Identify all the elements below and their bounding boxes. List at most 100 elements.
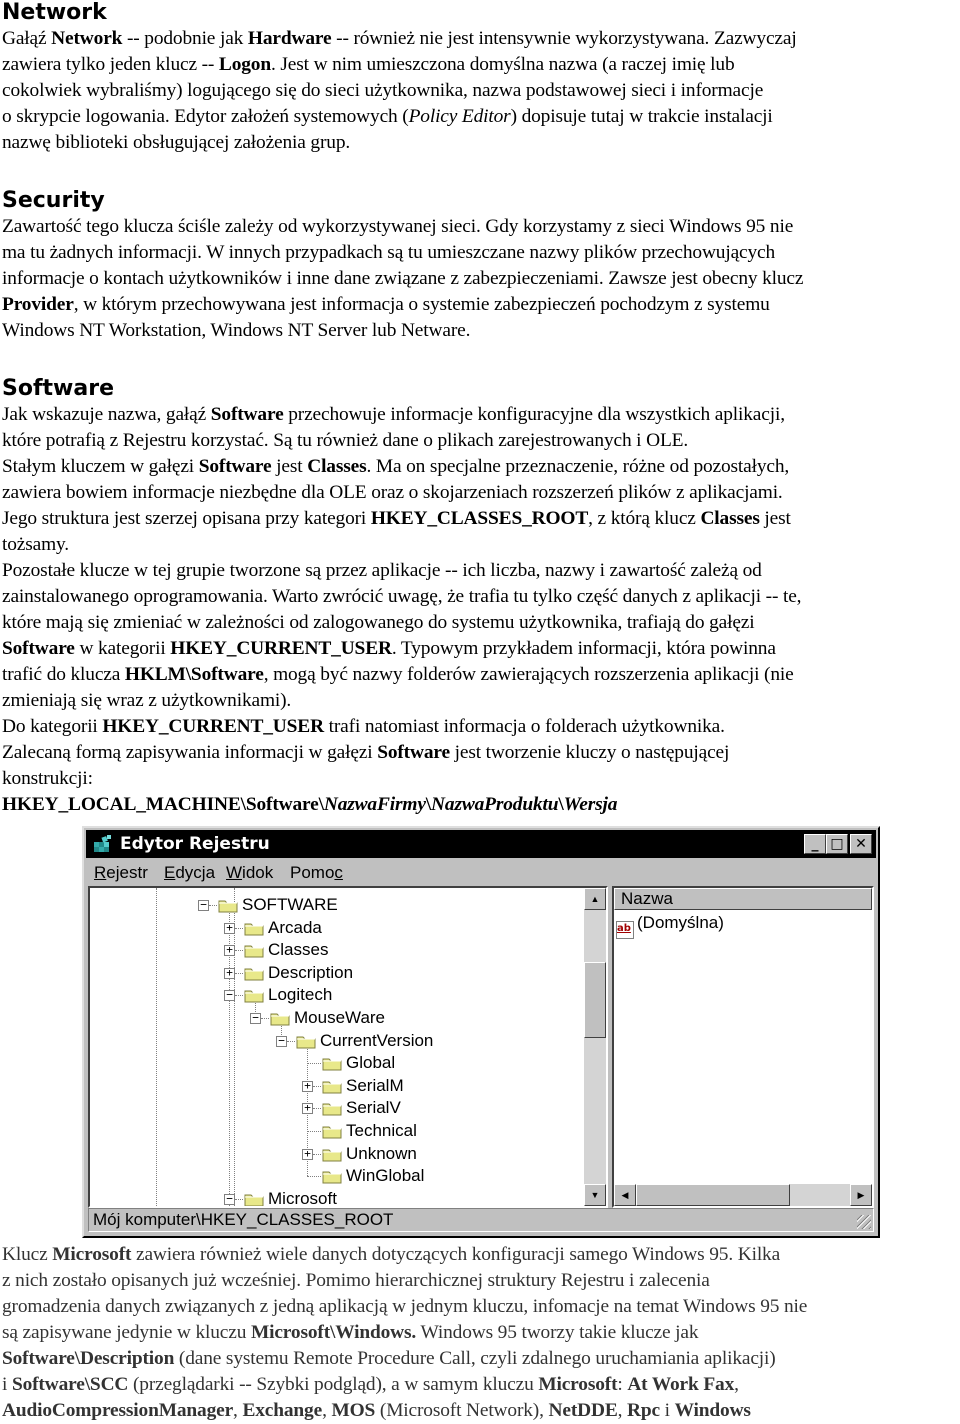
scroll-down-button[interactable]: ▼ [584, 1184, 606, 1206]
emphasis: HKLM\Software [124, 664, 264, 685]
tree-line [235, 950, 243, 952]
status-path: Mój komputer\HKEY_CLASSES_ROOT [93, 1210, 394, 1229]
tree-line [235, 972, 243, 974]
regedit-icon [94, 835, 111, 852]
folder-icon [244, 942, 264, 958]
tree-node-label: Unknown [346, 1143, 417, 1163]
folder-icon [322, 1078, 342, 1094]
scroll-left-button[interactable]: ◀ [614, 1184, 636, 1206]
emphasis: Logon [218, 54, 271, 75]
values-horizontal-scrollbar[interactable]: ◀ ▶ [614, 1184, 872, 1206]
text-line: które mają się zmieniać w zależności od … [2, 612, 755, 633]
expand-icon[interactable]: + [224, 944, 235, 957]
text-line: AudioCompressionManager, Exchange, MOS (… [2, 1400, 751, 1421]
folder-icon [270, 1010, 290, 1026]
emphasis: Software [2, 638, 75, 659]
scroll-up-button[interactable]: ▲ [584, 888, 606, 910]
expand-icon[interactable]: + [302, 1148, 313, 1160]
tree-line [313, 1153, 321, 1155]
emphasis: NetDDE [548, 1400, 618, 1421]
collapse-icon[interactable]: − [224, 1193, 235, 1205]
folder-icon [218, 897, 238, 913]
emphasis: Windows [674, 1400, 751, 1421]
registry-editor-window: Edytor Rejestru _ □ ✕ Rejestr Edycja Wid… [82, 826, 880, 1238]
menu-widok[interactable]: Widok [226, 860, 273, 886]
body-software: Jak wskazuje nazwa, gałąź Software przec… [2, 402, 960, 818]
tree-line [307, 1176, 321, 1178]
horizontal-scroll-thumb[interactable] [636, 1184, 790, 1206]
expand-icon[interactable]: + [302, 1102, 313, 1115]
tree-line [307, 1131, 321, 1132]
expand-icon[interactable]: + [302, 1080, 313, 1092]
text-line: i Software\SCC (przeglądarki -- Szybki p… [2, 1374, 739, 1395]
maximize-button[interactable]: □ [826, 834, 848, 854]
tree-node-label: SerialM [346, 1075, 404, 1095]
text-line: są zapisywane jedynie w kluczu Microsoft… [2, 1322, 699, 1343]
tree-vertical-scrollbar[interactable]: ▲ ▼ [584, 888, 606, 1206]
resize-grip-icon[interactable] [857, 1215, 871, 1229]
values-pane[interactable]: Nazwa ab (Domyślna) ◀ ▶ [612, 886, 874, 1208]
folder-icon [322, 1100, 342, 1116]
text-line: tożsamy. [2, 534, 70, 555]
emphasis: Microsoft\Windows. [250, 1322, 417, 1343]
text-line: nazwę biblioteki obsługującej założenia … [2, 132, 351, 153]
folder-icon [244, 987, 264, 1003]
tree-line [307, 1063, 321, 1065]
emphasis: NazwaFirmy [323, 794, 426, 815]
collapse-icon[interactable]: − [198, 899, 209, 911]
text-line: gromadzenia danych związanych z jedną ap… [2, 1296, 808, 1317]
text-line: HKEY_LOCAL_MACHINE\Software\NazwaFirmy\N… [2, 792, 960, 818]
key-tree-pane[interactable]: − SOFTWARE + Arcada + Classes + Description − Log… [88, 886, 608, 1208]
collapse-icon[interactable]: − [224, 989, 235, 1002]
text-line: Stałym kluczem w gałęzi Software jest Cl… [2, 456, 790, 477]
text-line: z nich zostało opisanych już wcześniej. … [2, 1270, 710, 1291]
text-line: cokolwiek wybraliśmy) logującego się do … [2, 80, 764, 101]
emphasis: AudioCompressionManager [2, 1400, 234, 1421]
folder-icon [244, 1191, 264, 1206]
folder-icon [322, 1123, 342, 1139]
heading-network: Network [2, 0, 107, 25]
menu-pomoc[interactable]: Pomoc [290, 860, 343, 886]
tree-line [313, 1085, 321, 1087]
tree-node-label: Technical [346, 1121, 417, 1140]
tree-node-label: CurrentVersion [320, 1030, 434, 1050]
tree-node-label: Logitech [268, 985, 333, 1005]
tree-line [235, 995, 243, 997]
accelerator-key: E [164, 863, 176, 882]
collapse-icon[interactable]: − [276, 1035, 287, 1047]
text-line: trafić do klucza HKLM\Software, mogą być… [2, 664, 794, 685]
value-name: (Domyślna) [637, 913, 724, 932]
menu-rejestr[interactable]: Rejestr [94, 860, 148, 886]
emphasis: Software [377, 742, 450, 763]
tree-line [234, 888, 235, 1206]
text-line: które potrafią z Rejestru korzystać. Są … [2, 430, 689, 451]
text-line: Klucz Microsoft zawiera również wiele da… [2, 1244, 781, 1265]
tree-node-label: Global [346, 1053, 396, 1073]
scroll-right-button[interactable]: ▶ [850, 1184, 872, 1206]
title-bar[interactable]: Edytor Rejestru _ □ ✕ [86, 830, 876, 858]
emphasis: MOS [331, 1400, 376, 1421]
minimize-button[interactable]: _ [804, 834, 826, 854]
expand-icon[interactable]: + [224, 967, 235, 979]
status-bar: Mój komputer\HKEY_CLASSES_ROOT [88, 1208, 874, 1232]
folder-icon [322, 1168, 342, 1184]
emphasis: HKEY_CLASSES_ROOT [370, 508, 589, 529]
tree-line [287, 1040, 295, 1042]
emphasis: Software [210, 404, 284, 425]
collapse-icon[interactable]: − [250, 1012, 261, 1024]
tree-node-label: Classes [268, 940, 329, 960]
folder-icon [322, 1146, 342, 1162]
expand-icon[interactable]: + [224, 922, 235, 934]
body-network: Gałąź Network -- podobnie jak Hardware -… [2, 26, 960, 156]
menu-edycja[interactable]: Edycja [164, 860, 215, 886]
tree-line [235, 1198, 243, 1200]
text-line: o skrypcie logowania. Edytor założeń sys… [2, 106, 773, 127]
value-row[interactable]: ab (Domyślna) [616, 912, 724, 939]
column-header-nazwa[interactable]: Nazwa [614, 888, 872, 910]
scroll-thumb[interactable] [584, 962, 606, 1038]
heading-software: Software [2, 376, 114, 401]
close-button[interactable]: ✕ [850, 834, 872, 854]
tree-node-label: SerialV [346, 1098, 401, 1118]
emphasis: Software [198, 456, 272, 477]
accelerator-key: W [226, 863, 243, 882]
